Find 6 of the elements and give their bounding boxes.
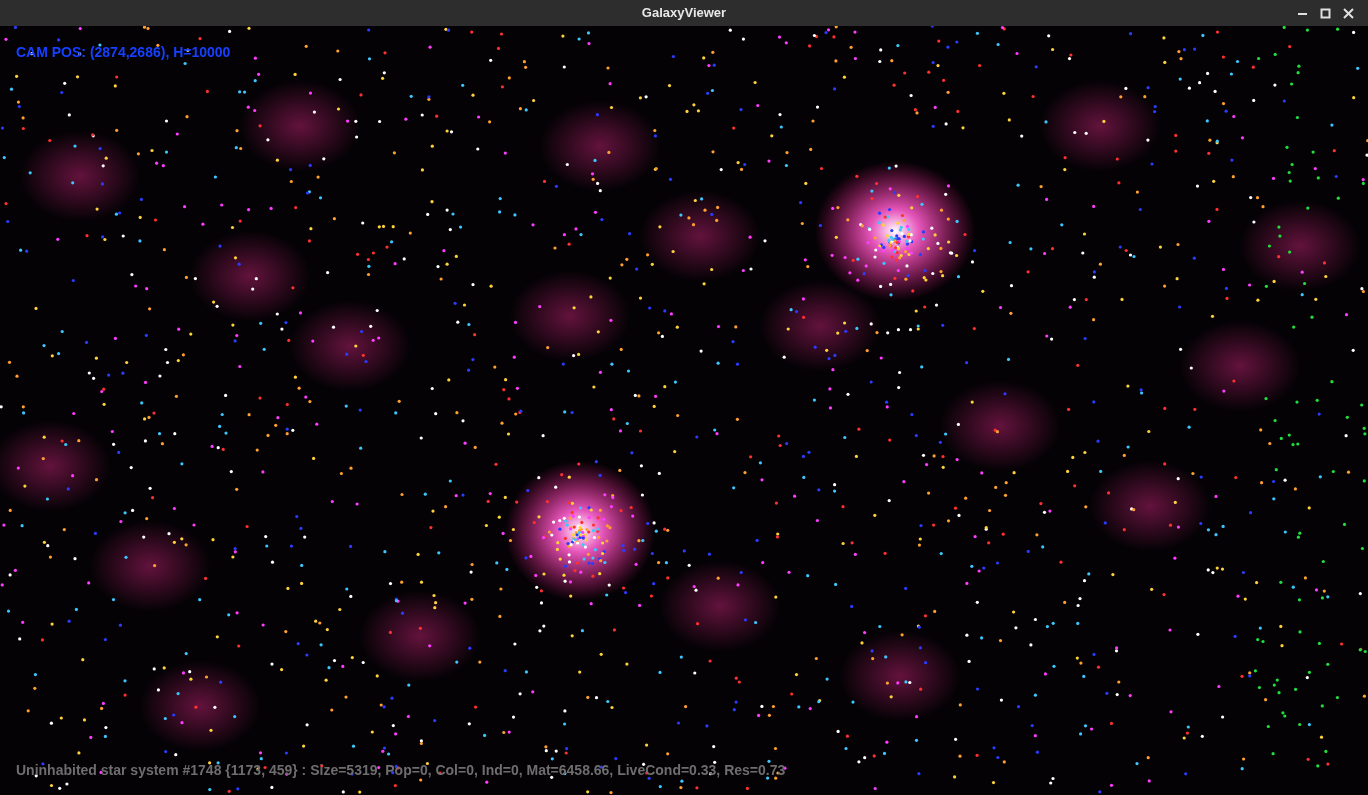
window-title: GalaxyViewer bbox=[641, 4, 727, 22]
camera-position-text: CAM POS: (2874,2686), H=10000 bbox=[16, 43, 231, 62]
galaxy-view[interactable]: CAM POS: (2874,2686), H=10000 Uninhabited star system #1748 {1173, 459} : Size=5319, Pop=0, Col=0, Ind=0, Mat=6458.66, LiveCond=0.33, Res=0.73 bbox=[0, 26, 1368, 795]
maximize-icon bbox=[1320, 7, 1331, 19]
star-system-info-text: Uninhabited star system #1748 {1173, 459} : Size=5319, Pop=0, Col=0, Ind=0, Mat=6458.66, LiveCond=0.33, Res=0.73 bbox=[16, 761, 786, 780]
close-icon bbox=[1343, 7, 1354, 19]
